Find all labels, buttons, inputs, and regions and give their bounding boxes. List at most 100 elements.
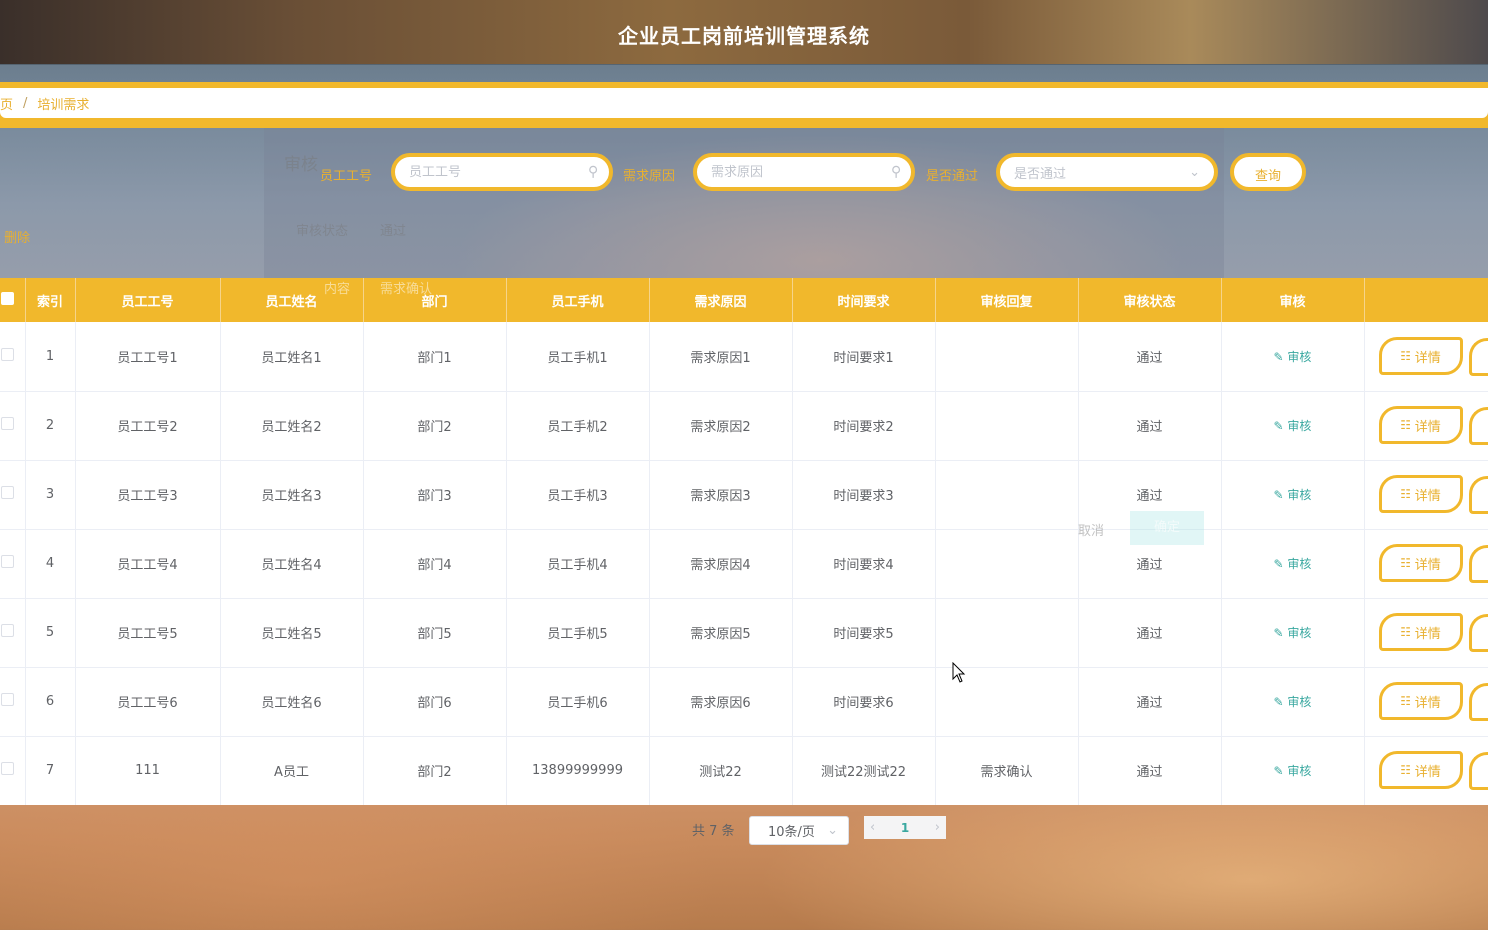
breadcrumb-separator: / (23, 95, 28, 111)
breadcrumb: 页 / 培训需求 (0, 88, 1488, 118)
more-action-button[interactable] (1468, 682, 1488, 721)
query-button[interactable]: 查询 (1230, 153, 1306, 191)
table-row: 1 员工工号1 员工姓名1 部门1 员工手机1 需求原因1 时间要求1 通过 ✎ 审核 ☷ 详情 (0, 322, 1488, 392)
cell-status: 通过 (1078, 598, 1222, 668)
cell-audit: ✎ 审核 (1221, 391, 1365, 461)
more-action-button[interactable] (1468, 613, 1488, 652)
detail-button[interactable]: ☷ 详情 (1378, 751, 1463, 790)
cell-index: 2 (25, 391, 76, 461)
detail-button[interactable]: ☷ 详情 (1378, 682, 1463, 721)
detail-button-label: 详情 (1414, 695, 1441, 711)
audit-link[interactable]: ✎ 审核 (1274, 350, 1312, 364)
cell-emp-no: 员工工号4 (75, 529, 221, 599)
table-row: 4 员工工号4 员工姓名4 部门4 员工手机4 需求原因4 时间要求4 通过 ✎ 审核 ☷ 详情 (0, 529, 1488, 599)
cell-status: 通过 (1078, 667, 1222, 737)
more-action-button[interactable] (1468, 475, 1488, 514)
more-action-button[interactable] (1468, 751, 1488, 790)
reason-input[interactable] (693, 153, 915, 191)
passed-select[interactable]: 是否通过 ⌄ (996, 153, 1218, 191)
search-icon: ⚲ (891, 164, 902, 180)
document-icon: ☷ (1400, 349, 1415, 363)
employee-id-input[interactable] (391, 153, 613, 191)
delete-label: 删除 (4, 231, 31, 246)
audit-link[interactable]: ✎ 审核 (1274, 557, 1312, 571)
app-header: 企业员工岗前培训管理系统 (0, 0, 1488, 64)
cell-phone: 员工手机6 (506, 667, 650, 737)
table-row: 7 111 A员工 部门2 13899999999 测试22 测试22测试22 需求确认 通过 ✎… (0, 736, 1488, 805)
audit-link[interactable]: ✎ 审核 (1274, 419, 1312, 433)
cell-reply (935, 529, 1079, 599)
checkbox-icon[interactable] (0, 417, 14, 430)
more-action-button[interactable] (1468, 406, 1488, 445)
col-header-reply: 审核回复 (935, 278, 1079, 322)
cell-time: 时间要求5 (792, 598, 936, 668)
cell-status: 通过 (1078, 322, 1222, 392)
cell-time: 时间要求2 (792, 391, 936, 461)
audit-link-label: 审核 (1287, 419, 1312, 433)
dialog-confirm-button: 确定 (1130, 511, 1204, 545)
row-select-cell[interactable] (0, 667, 26, 737)
checkbox-icon[interactable] (0, 486, 14, 499)
row-select-cell[interactable] (0, 460, 26, 530)
detail-button-label: 详情 (1414, 488, 1441, 504)
cell-emp-no: 员工工号5 (75, 598, 221, 668)
row-select-cell[interactable] (0, 598, 26, 668)
checkbox-icon[interactable] (0, 693, 14, 706)
cell-reason: 需求原因5 (649, 598, 793, 668)
passed-select-placeholder: 是否通过 (1014, 166, 1067, 182)
delete-button[interactable]: ⃞ 删除 (0, 227, 30, 246)
detail-button[interactable]: ☷ 详情 (1378, 475, 1463, 514)
checkbox-icon[interactable] (0, 347, 14, 361)
row-select-cell[interactable] (0, 322, 26, 392)
detail-button[interactable]: ☷ 详情 (1378, 337, 1463, 375)
cell-status: 通过 (1078, 736, 1222, 805)
cell-reason: 需求原因6 (649, 667, 793, 737)
detail-button-label: 详情 (1414, 419, 1441, 435)
audit-link[interactable]: ✎ 审核 (1274, 695, 1312, 709)
checkbox-icon[interactable] (0, 555, 14, 568)
dialog-cancel-button: 取消 (1078, 524, 1105, 539)
checkbox-icon[interactable] (0, 291, 14, 305)
detail-button[interactable]: ☷ 详情 (1378, 544, 1463, 583)
row-select-cell[interactable] (0, 736, 26, 805)
audit-link[interactable]: ✎ 审核 (1274, 764, 1312, 778)
cell-emp-no: 员工工号6 (75, 667, 221, 737)
cell-actions: ☷ 详情 (1364, 667, 1488, 737)
cell-reason: 测试22 (649, 736, 793, 805)
cell-index: 3 (25, 460, 76, 530)
audit-link[interactable]: ✎ 审核 (1274, 488, 1312, 502)
more-action-button[interactable] (1468, 544, 1488, 583)
checkbox-icon[interactable] (0, 762, 14, 775)
col-header-reason: 需求原因 (649, 278, 793, 322)
cell-emp-no: 111 (75, 736, 221, 805)
cell-name: A员工 (220, 736, 364, 805)
cell-name: 员工姓名4 (220, 529, 364, 599)
app-title: 企业员工岗前培训管理系统 (618, 24, 870, 48)
next-page-icon[interactable]: › (935, 820, 940, 835)
cell-time: 时间要求4 (792, 529, 936, 599)
cell-phone: 员工手机1 (506, 322, 650, 392)
col-header-audit: 审核 (1221, 278, 1365, 322)
mouse-cursor-icon (952, 662, 966, 683)
select-all-header[interactable] (0, 278, 26, 322)
page-size-select[interactable]: 10条/页 ⌄ (749, 816, 849, 845)
more-action-button[interactable] (1468, 337, 1488, 376)
cell-audit: ✎ 审核 (1221, 736, 1365, 805)
detail-button[interactable]: ☷ 详情 (1378, 613, 1463, 652)
cell-reply (935, 322, 1079, 392)
prev-page-icon[interactable]: ‹ (870, 820, 875, 835)
detail-button[interactable]: ☷ 详情 (1378, 406, 1463, 445)
cell-actions: ☷ 详情 (1364, 391, 1488, 461)
cell-dept: 部门2 (363, 391, 507, 461)
breadcrumb-home[interactable]: 页 (0, 94, 13, 113)
audit-link[interactable]: ✎ 审核 (1274, 626, 1312, 640)
row-select-cell[interactable] (0, 529, 26, 599)
audit-link-label: 审核 (1287, 557, 1312, 571)
table-row: 3 员工工号3 员工姓名3 部门3 员工手机3 需求原因3 时间要求3 通过 ✎ 审核 ☷ 详情 (0, 460, 1488, 530)
row-select-cell[interactable] (0, 391, 26, 461)
checkbox-icon[interactable] (0, 624, 14, 637)
col-header-phone: 员工手机 (506, 278, 650, 322)
dialog-status-value: 通过 (380, 224, 407, 239)
detail-button-label: 详情 (1414, 557, 1441, 573)
current-page[interactable]: 1 (901, 821, 909, 835)
